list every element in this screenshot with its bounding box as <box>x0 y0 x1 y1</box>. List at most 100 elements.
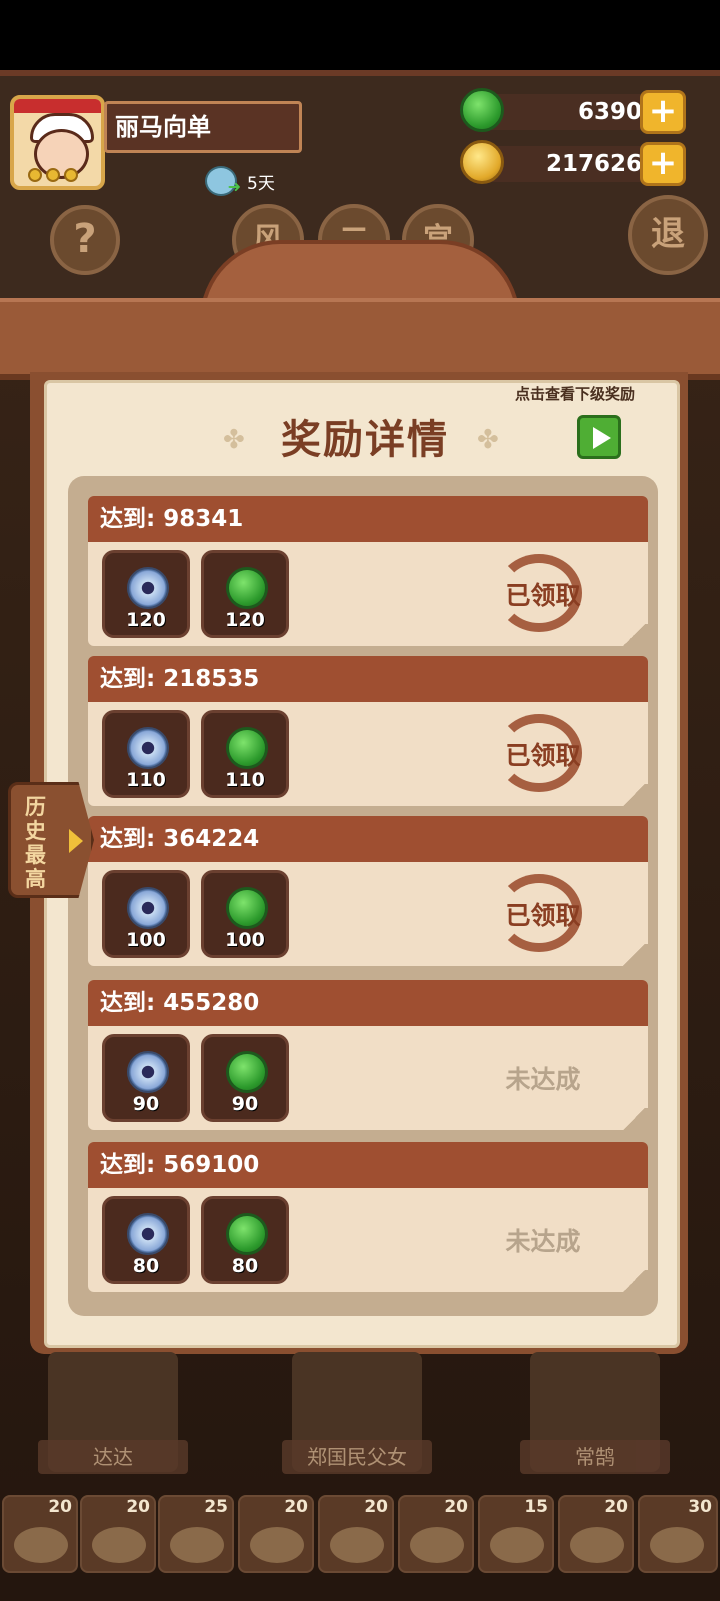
dish-item[interactable]: 20 <box>398 1495 474 1573</box>
disc-quantity: 100 <box>126 929 166 951</box>
disc-reward[interactable]: 80 <box>102 1196 190 1284</box>
help-button[interactable]: ? <box>50 205 120 275</box>
character-name: 达达 <box>38 1440 188 1474</box>
jade-amount: 6390 <box>478 94 656 130</box>
page-fold <box>620 1270 648 1292</box>
jade-icon <box>226 1213 268 1255</box>
arrow-up-icon: ➜ <box>227 177 241 196</box>
row-body: 120 120 已领取 <box>88 542 648 646</box>
coin-icon <box>64 168 78 182</box>
reward-row: 达到: 569100 80 80 未达成 <box>88 1142 648 1292</box>
page-fold <box>620 1108 648 1130</box>
player-avatar[interactable] <box>10 95 105 190</box>
chevron-right-icon <box>69 829 83 853</box>
dish-item[interactable]: 20 <box>2 1495 78 1573</box>
reward-row: 达到: 455280 90 90 未达成 <box>88 980 648 1130</box>
jade-reward[interactable]: 90 <box>201 1034 289 1122</box>
row-target: 达到: 569100 <box>88 1142 648 1188</box>
row-body: 110 110 已领取 <box>88 702 648 806</box>
add-coin-button[interactable]: + <box>640 142 686 186</box>
coin-amount: 217626 <box>478 146 656 182</box>
cake-icon: ➜ <box>205 166 241 196</box>
disc-reward[interactable]: 90 <box>102 1034 190 1122</box>
reward-status: 已领取 <box>505 901 581 930</box>
disc-quantity: 80 <box>132 1255 160 1277</box>
character-name: 郑国民父女 <box>282 1440 432 1474</box>
jade-reward[interactable]: 110 <box>201 710 289 798</box>
jade-icon <box>226 727 268 769</box>
dish-count: 20 <box>364 1497 388 1517</box>
days-indicator: ➜ 5天 <box>205 166 275 196</box>
add-jade-button[interactable]: + <box>640 90 686 134</box>
disc-icon <box>127 887 169 929</box>
jade-reward[interactable]: 120 <box>201 550 289 638</box>
dish-count: 15 <box>524 1497 548 1517</box>
dish-plate <box>490 1527 544 1563</box>
next-level-button[interactable] <box>577 415 621 459</box>
dish-plate <box>570 1527 624 1563</box>
disc-quantity: 90 <box>132 1093 160 1115</box>
history-tab-label: 历史最高 <box>25 795 46 891</box>
row-target: 达到: 98341 <box>88 496 648 542</box>
dish-plate <box>250 1527 304 1563</box>
jade-icon <box>226 1051 268 1093</box>
coin-currency: 217626 + <box>460 140 686 186</box>
reward-status: 已领取 <box>505 741 581 770</box>
dish-item[interactable]: 20 <box>238 1495 314 1573</box>
disc-icon <box>127 1213 169 1255</box>
disc-reward[interactable]: 120 <box>102 550 190 638</box>
page-fold <box>620 944 648 966</box>
page-fold <box>620 624 648 646</box>
character-name: 常鹄 <box>520 1440 670 1474</box>
disc-icon <box>127 727 169 769</box>
dish-plate <box>170 1527 224 1563</box>
status-bar <box>0 0 720 70</box>
row-body: 90 90 未达成 <box>88 1026 648 1130</box>
wooden-beam <box>0 298 720 380</box>
gold-coin-icon <box>460 140 504 184</box>
dish-plate <box>330 1527 384 1563</box>
avatar-face <box>34 129 89 179</box>
dish-count: 25 <box>204 1497 228 1517</box>
dish-count: 20 <box>284 1497 308 1517</box>
jade-quantity: 120 <box>225 609 265 631</box>
reward-row: 达到: 98341 120 120 已领取 <box>88 496 648 646</box>
dish-plate <box>650 1527 704 1563</box>
reward-status: 已领取 <box>505 581 581 610</box>
dish-item[interactable]: 15 <box>478 1495 554 1573</box>
jade-quantity: 100 <box>225 929 265 951</box>
jade-reward[interactable]: 80 <box>201 1196 289 1284</box>
jade-quantity: 90 <box>231 1093 259 1115</box>
dish-count: 30 <box>688 1497 712 1517</box>
row-target: 达到: 218535 <box>88 656 648 702</box>
dish-item[interactable]: 30 <box>638 1495 718 1573</box>
days-label: 5天 <box>247 173 275 194</box>
dish-count: 20 <box>444 1497 468 1517</box>
reward-row: 达到: 364224 100 100 已领取 <box>88 816 648 966</box>
jade-reward[interactable]: 100 <box>201 870 289 958</box>
jade-icon <box>226 887 268 929</box>
dish-item[interactable]: 25 <box>158 1495 234 1573</box>
disc-reward[interactable]: 100 <box>102 870 190 958</box>
page-fold <box>620 784 648 806</box>
next-level-hint: 点击查看下级奖励 <box>515 385 636 403</box>
disc-icon <box>127 1051 169 1093</box>
disc-reward[interactable]: 110 <box>102 710 190 798</box>
coin-icon <box>28 168 42 182</box>
disc-icon <box>127 567 169 609</box>
history-best-tab[interactable]: 历史最高 <box>8 782 94 898</box>
exit-button[interactable]: 退 <box>628 195 708 275</box>
row-target: 达到: 455280 <box>88 980 648 1026</box>
dish-item[interactable]: 20 <box>80 1495 156 1573</box>
reward-row: 达到: 218535 110 110 已领取 <box>88 656 648 806</box>
dish-strip: 20 20 25 20 20 20 15 20 30 <box>0 1495 720 1575</box>
disc-quantity: 120 <box>126 609 166 631</box>
player-name: 丽马向单 <box>104 101 302 153</box>
reward-status: 未达成 <box>505 1227 581 1256</box>
jade-icon <box>460 88 504 132</box>
dish-item[interactable]: 20 <box>558 1495 634 1573</box>
dish-count: 20 <box>604 1497 628 1517</box>
jade-icon <box>226 567 268 609</box>
dish-plate <box>92 1527 146 1563</box>
dish-item[interactable]: 20 <box>318 1495 394 1573</box>
